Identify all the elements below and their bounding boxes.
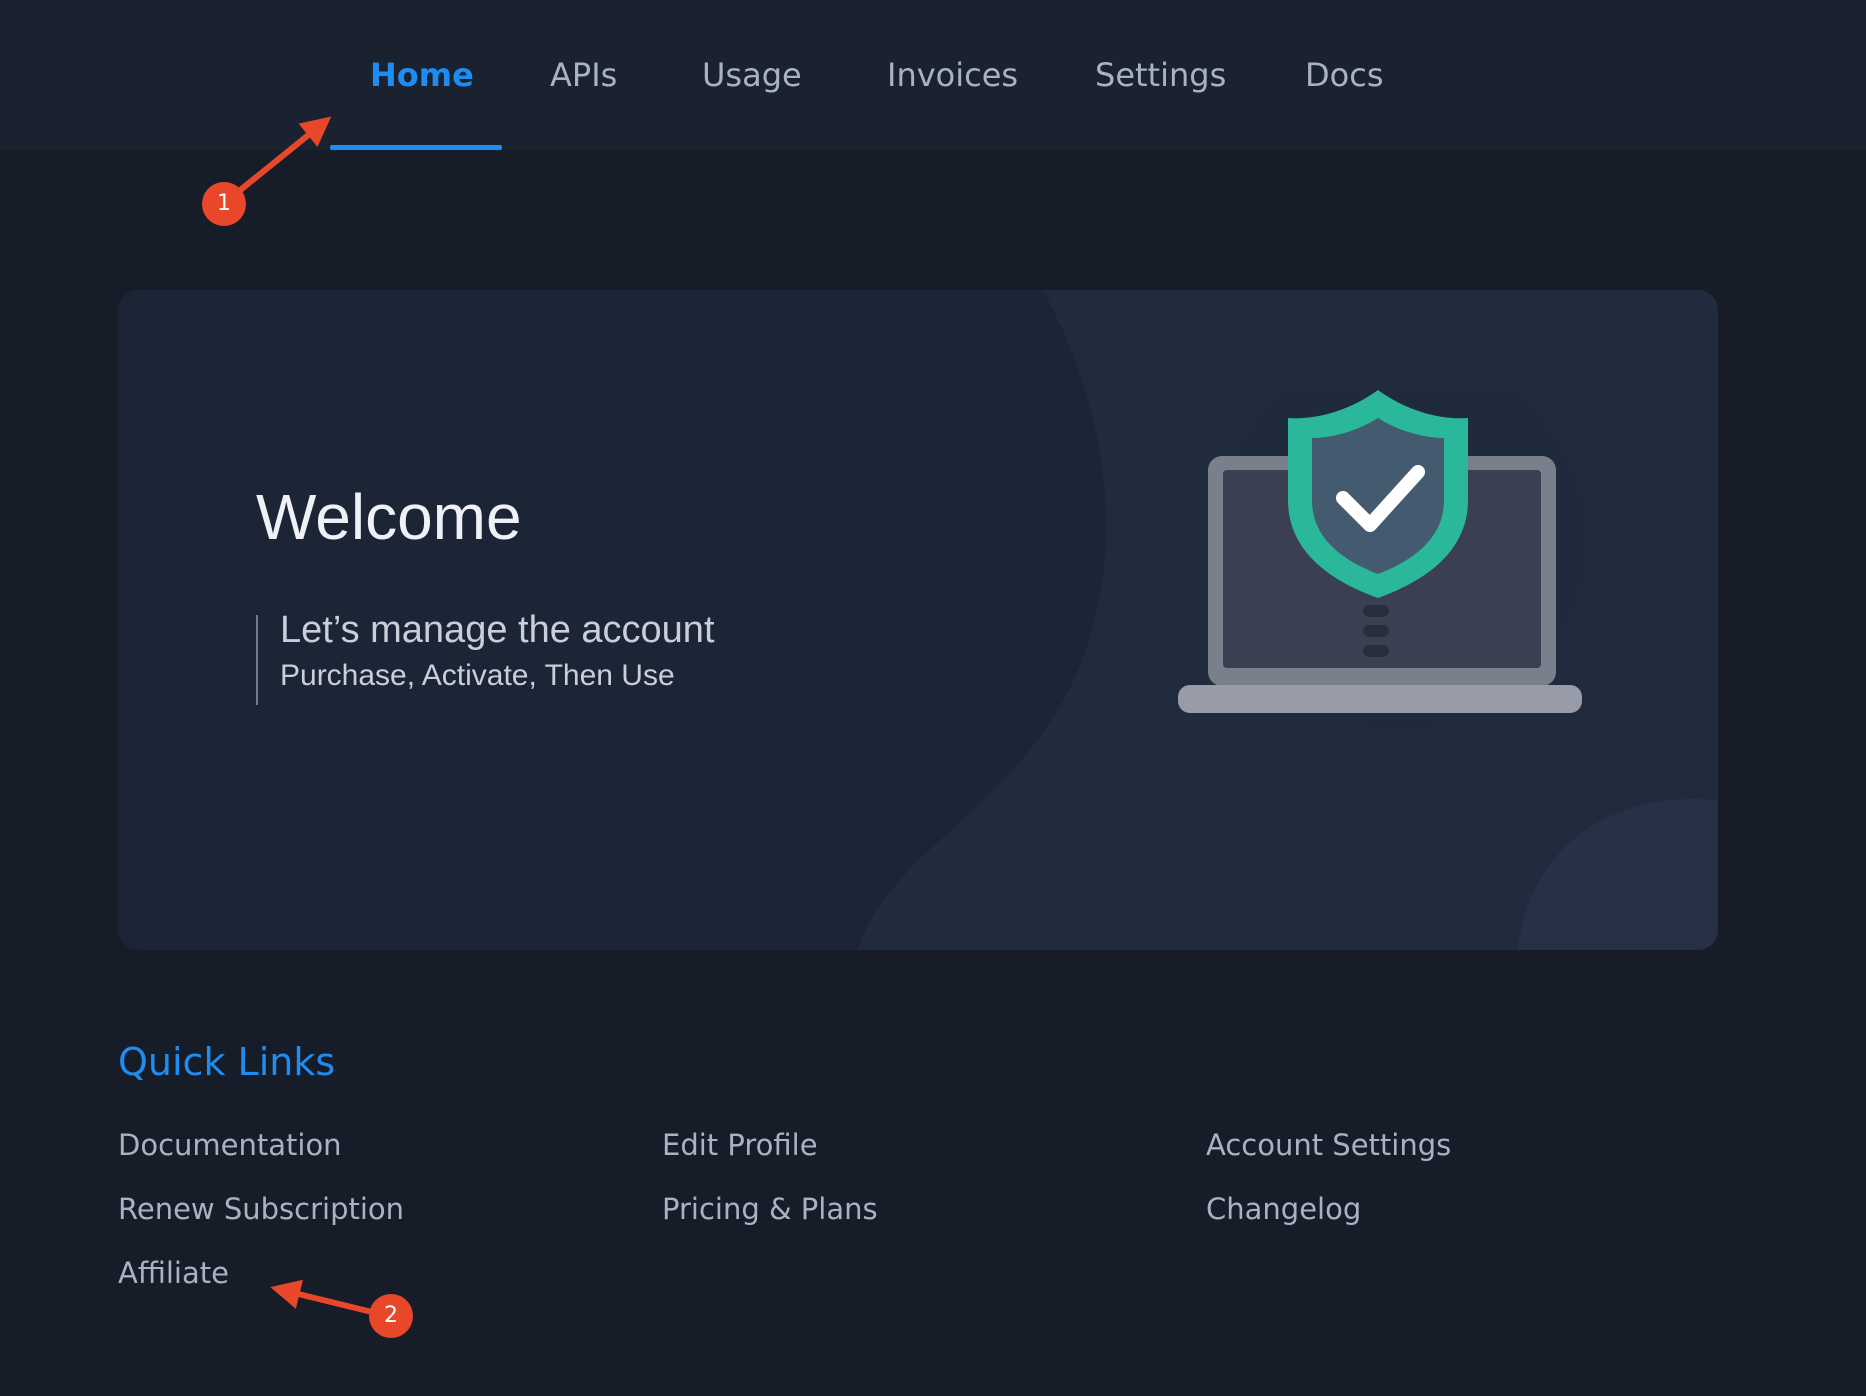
arrow-to-affiliate: [270, 1279, 379, 1316]
welcome-quote: Let’s manage the account Purchase, Activ…: [256, 609, 715, 705]
active-tab-indicator: [330, 145, 502, 150]
link-account-settings[interactable]: Account Settings: [1206, 1125, 1451, 1165]
top-navigation: Home APIs Usage Invoices Settings Docs: [0, 0, 1866, 150]
tab-apis[interactable]: APIs: [550, 50, 617, 100]
annotation-badge-2: 2: [369, 1294, 413, 1338]
link-documentation[interactable]: Documentation: [118, 1125, 342, 1165]
annotation-badge-1: 1: [202, 182, 246, 226]
welcome-tagline: Purchase, Activate, Then Use: [280, 659, 675, 692]
laptop-shield-check-icon: [1178, 390, 1590, 730]
tab-home[interactable]: Home: [370, 50, 474, 100]
welcome-subtitle: Let’s manage the account: [280, 609, 715, 651]
tab-docs[interactable]: Docs: [1305, 50, 1383, 100]
welcome-title: Welcome: [256, 481, 522, 553]
page: Home APIs Usage Invoices Settings Docs W…: [0, 0, 1866, 1396]
quick-links-title: Quick Links: [118, 1040, 336, 1084]
link-pricing-plans[interactable]: Pricing & Plans: [662, 1189, 878, 1229]
link-changelog[interactable]: Changelog: [1206, 1189, 1361, 1229]
link-renew-subscription[interactable]: Renew Subscription: [118, 1189, 404, 1229]
tab-settings[interactable]: Settings: [1095, 50, 1226, 100]
link-edit-profile[interactable]: Edit Profile: [662, 1125, 818, 1165]
welcome-card: Welcome Let’s manage the account Purchas…: [118, 290, 1718, 950]
tab-invoices[interactable]: Invoices: [887, 50, 1018, 100]
tab-usage[interactable]: Usage: [702, 50, 802, 100]
link-affiliate[interactable]: Affiliate: [118, 1253, 229, 1293]
